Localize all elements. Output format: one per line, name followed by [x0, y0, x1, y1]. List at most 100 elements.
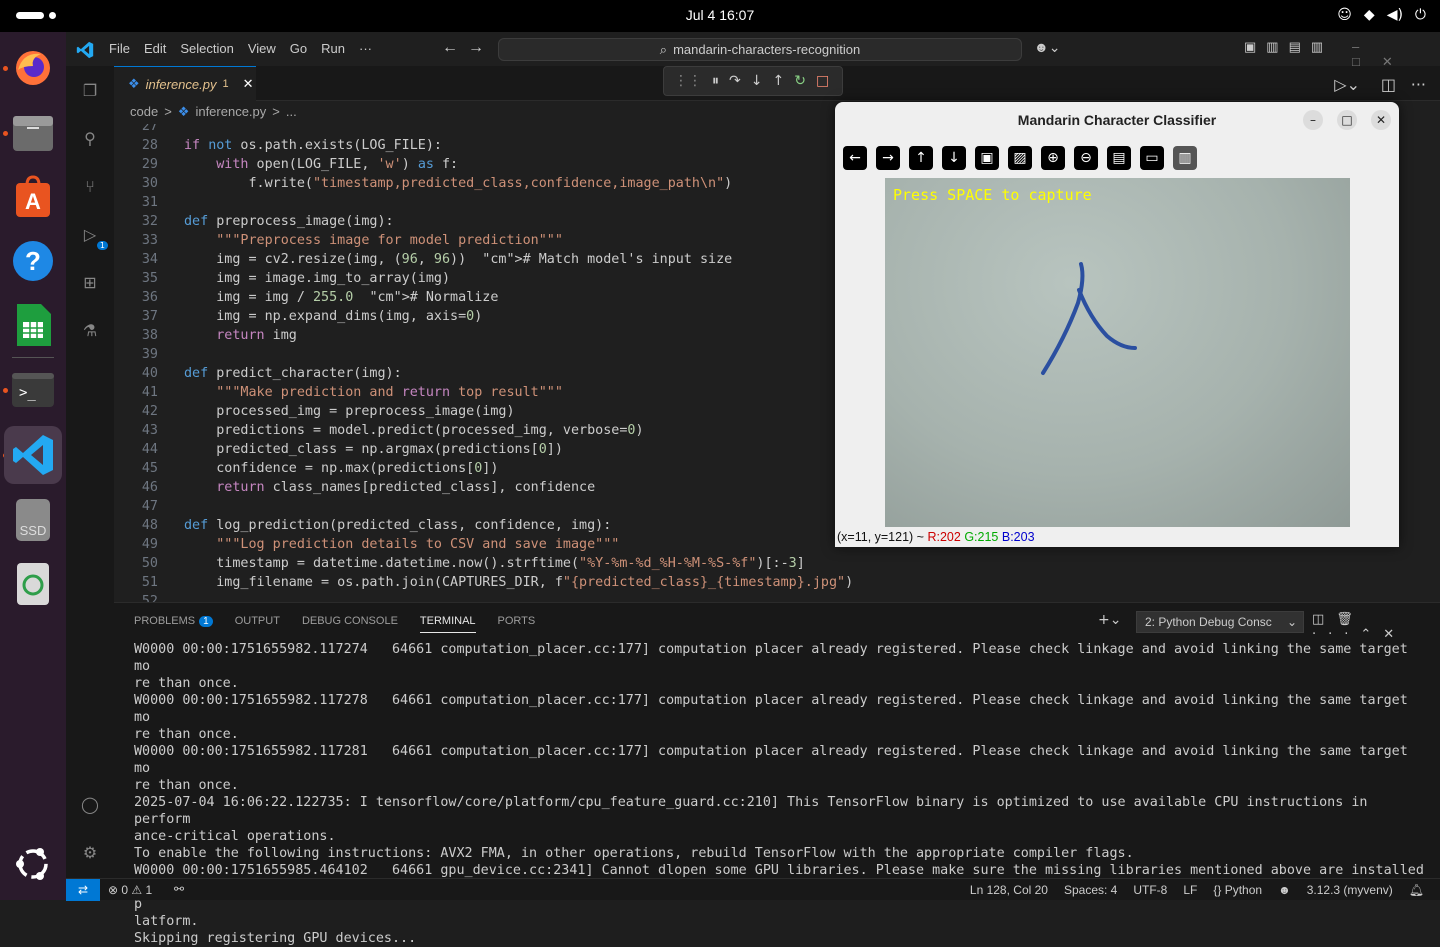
code-text: confidence = np.max(predictions[0]) — [184, 461, 499, 476]
pan-down-icon[interactable]: ↓ — [942, 146, 966, 170]
wifi-icon[interactable]: ◆ — [1364, 7, 1375, 23]
tab-output[interactable]: OUTPUT — [235, 615, 280, 633]
extensions-icon[interactable]: ⊞ — [78, 270, 102, 294]
menu-view[interactable]: View — [248, 41, 276, 56]
camera-feed[interactable]: Press SPACE to capture — [885, 178, 1350, 527]
files-icon[interactable] — [9, 109, 57, 157]
zoom-in-icon[interactable]: ⊕ — [1041, 146, 1065, 170]
tab-problems[interactable]: PROBLEMS 1 — [134, 615, 213, 633]
forward-arrow-icon[interactable]: → — [468, 39, 484, 57]
copilot-status-icon[interactable]: ☻ — [1278, 883, 1291, 897]
pan-left-icon[interactable]: ← — [843, 146, 867, 170]
terminal-output[interactable]: W0000 00:00:1751655982.117274 64661 comp… — [134, 641, 1426, 947]
tab-problem-count: 1 — [222, 78, 229, 90]
code-line[interactable]: 50 timestamp = datetime.datetime.now().s… — [114, 554, 1440, 573]
copilot-icon[interactable]: ☻⌄ — [1034, 39, 1060, 56]
terminal-line: Skipping registering GPU devices... — [134, 931, 417, 946]
more-actions-icon[interactable]: ··· — [1411, 75, 1426, 94]
menu-edit[interactable]: Edit — [144, 41, 166, 56]
stop-icon[interactable]: □ — [816, 73, 829, 89]
close-tab-icon[interactable]: ✕ — [243, 76, 254, 92]
cursor-position[interactable]: Ln 128, Col 20 — [970, 883, 1048, 897]
notifications-bell-icon[interactable]: 🔔︎ — [1409, 883, 1424, 897]
run-python-icon[interactable]: ▷⌄ — [1334, 75, 1360, 94]
tab-debug-console[interactable]: DEBUG CONSOLE — [302, 615, 398, 633]
volume-icon[interactable]: ◀) — [1387, 7, 1403, 23]
encoding[interactable]: UTF-8 — [1133, 883, 1167, 897]
step-into-icon[interactable]: ↓ — [751, 73, 763, 89]
menu-run[interactable]: Run — [321, 41, 345, 56]
pan-right-icon[interactable]: → — [876, 146, 900, 170]
menu-selection[interactable]: Selection — [180, 41, 233, 56]
firefox-icon[interactable] — [9, 44, 57, 92]
tab-ports[interactable]: PORTS — [498, 615, 536, 633]
python-file-icon: ❖ — [177, 104, 190, 119]
properties-icon[interactable]: ▥ — [1173, 146, 1197, 170]
copy-clipboard-icon[interactable]: ▭ — [1140, 146, 1164, 170]
zoom-out-icon[interactable]: ⊖ — [1074, 146, 1098, 170]
menu-file[interactable]: File — [109, 41, 130, 56]
app-center-icon[interactable]: A — [9, 173, 57, 221]
terminal-icon[interactable]: >_ — [9, 366, 57, 414]
run-debug-icon[interactable]: ▷ 1 — [78, 222, 108, 250]
tab-inference-py[interactable]: ❖ inference.py 1 ✕ — [114, 66, 256, 101]
power-icon[interactable]: ⏻ — [1415, 7, 1426, 23]
command-center-search[interactable]: ⌕ mandarin-characters-recognition — [498, 38, 1022, 61]
accounts-icon[interactable]: ◯ — [78, 792, 102, 816]
maximize-button[interactable]: □ — [1337, 110, 1357, 130]
code-line[interactable]: 51 img_filename = os.path.join(CAPTURES_… — [114, 573, 1440, 592]
debug-status-icon[interactable]: ⚯ — [174, 882, 184, 896]
spreadsheet-icon[interactable] — [9, 301, 57, 349]
testing-icon[interactable]: ⚗ — [78, 318, 102, 342]
help-icon[interactable]: ? — [9, 237, 57, 285]
language-mode[interactable]: {} Python — [1213, 883, 1262, 897]
close-window-button[interactable]: ✕ — [1371, 110, 1391, 130]
zoom-fit-icon[interactable]: ▣ — [975, 146, 999, 170]
manage-gear-icon[interactable]: ⚙ — [78, 840, 102, 864]
terminal-selector-label: 2: Python Debug Consc — [1145, 615, 1272, 629]
zoom-original-icon[interactable]: ▨ — [1008, 146, 1032, 170]
source-control-icon[interactable]: ⑂ — [78, 174, 102, 198]
pan-up-icon[interactable]: ↑ — [909, 146, 933, 170]
breadcrumb-symbol[interactable]: ... — [286, 104, 297, 120]
line-number: 47 — [141, 499, 158, 514]
show-apps-icon[interactable] — [9, 840, 57, 888]
terminal-line: W0000 00:00:1751655982.117274 64661 comp… — [134, 642, 1416, 674]
code-text: return class_names[predicted_class], con… — [216, 480, 596, 495]
breadcrumb-file[interactable]: inference.py — [195, 104, 266, 120]
step-over-icon[interactable]: ↷ — [729, 73, 741, 89]
activity-bar: ❐ ⚲ ⑂ ▷ 1 ⊞ ⚗ ◯ ⚙ — [66, 66, 114, 884]
terminal-selector[interactable]: 2: Python Debug Consc ⌄ — [1136, 611, 1304, 633]
indentation[interactable]: Spaces: 4 — [1064, 883, 1117, 897]
vscode-icon[interactable] — [4, 426, 62, 484]
system-tray[interactable]: ☺ ◆ ◀) ⏻ — [1337, 7, 1426, 23]
trash-icon[interactable] — [9, 560, 57, 608]
breadcrumb-folder[interactable]: code — [130, 104, 158, 120]
problems-status[interactable]: ⊗ 0 ⚠ 1 — [108, 883, 152, 897]
restart-icon[interactable]: ↻ — [794, 73, 806, 89]
panel-actions[interactable]: ◫🗑···⌃✕ — [1312, 612, 1440, 642]
tab-terminal[interactable]: TERMINAL — [419, 615, 476, 633]
remote-indicator-icon[interactable]: ⇄ — [66, 879, 100, 901]
drag-handle-icon[interactable]: ⋮⋮ — [674, 73, 702, 89]
menu-more[interactable]: ··· — [359, 41, 372, 56]
explorer-icon[interactable]: ❐ — [78, 78, 102, 102]
ssd-drive-icon[interactable]: SSD — [9, 496, 57, 544]
back-arrow-icon[interactable]: ← — [442, 39, 458, 57]
code-line[interactable]: 52 — [114, 592, 1440, 602]
split-editor-icon[interactable]: ◫ — [1381, 75, 1396, 94]
system-clock[interactable]: Jul 4 16:07 — [0, 7, 1440, 23]
menu-go[interactable]: Go — [290, 41, 307, 56]
step-out-icon[interactable]: ↑ — [772, 73, 784, 89]
python-interpreter[interactable]: 3.12.3 (myvenv) — [1307, 883, 1393, 897]
line-number: 43 — [141, 423, 158, 438]
search-view-icon[interactable]: ⚲ — [78, 126, 102, 150]
accessibility-icon[interactable]: ☺ — [1337, 7, 1352, 23]
new-terminal-icon[interactable]: +⌄ — [1098, 612, 1121, 628]
layout-controls-icon[interactable]: ▣▥▤▥ — [1244, 39, 1333, 55]
breadcrumb: code > ❖ inference.py > ... — [130, 104, 297, 120]
minimize-button[interactable]: – — [1303, 110, 1323, 130]
line-ending[interactable]: LF — [1183, 883, 1197, 897]
pause-icon[interactable]: ⏸ — [712, 73, 719, 89]
save-image-icon[interactable]: ▤ — [1107, 146, 1131, 170]
